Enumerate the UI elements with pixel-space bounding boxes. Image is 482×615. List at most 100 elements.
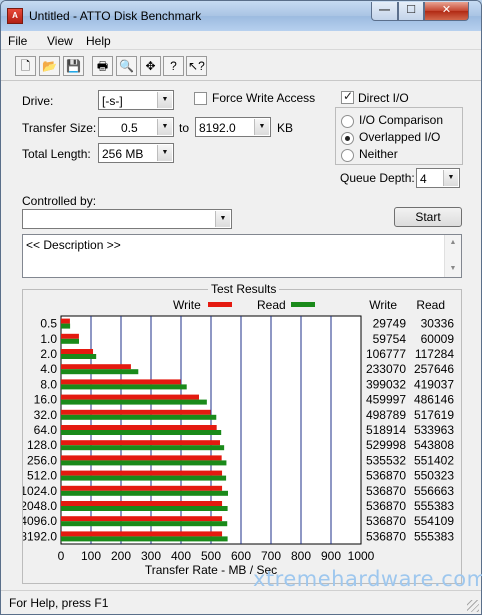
bar-read — [61, 536, 228, 542]
start-button[interactable]: Start — [394, 207, 462, 227]
y-tick-label: 1024.0 — [23, 484, 57, 498]
bar-read — [61, 369, 139, 375]
transfer-from-select[interactable]: 0.5 ▼ — [98, 117, 174, 137]
io-comparison-label: I/O Comparison — [359, 113, 444, 127]
menu-file[interactable]: File — [8, 34, 27, 48]
chevron-down-icon: ▼ — [157, 92, 172, 108]
results-chart: Write Read 0.51.02.04.08.0 16.032.064.0128… — [23, 298, 455, 577]
total-length-label: Total Length: — [22, 147, 91, 161]
drive-select[interactable]: [-s-] ▼ — [98, 90, 174, 110]
bar-read — [61, 475, 227, 481]
chart-legend: Write Read — [173, 298, 315, 312]
table-cell-write: 459997 — [366, 393, 406, 407]
table-cell-read: 533963 — [414, 423, 454, 437]
open-folder-icon[interactable]: 📂 — [39, 56, 60, 76]
y-tick-label: 4.0 — [40, 362, 57, 376]
close-button[interactable]: ✕ — [424, 2, 469, 21]
transfer-to-select[interactable]: 8192.0 ▼ — [195, 117, 271, 137]
table-cell-write: 233070 — [366, 362, 406, 376]
table-cell-read: 257646 — [414, 362, 454, 376]
overlapped-io-radio[interactable] — [341, 132, 354, 145]
menu-view[interactable]: View — [47, 34, 73, 48]
x-tick-label: 200 — [111, 549, 131, 563]
print-preview-icon[interactable]: 🔍 — [116, 56, 137, 76]
direct-io-label: Direct I/O — [358, 91, 409, 105]
y-tick-label: 2.0 — [40, 347, 57, 361]
y-tick-label: 0.5 — [40, 317, 57, 331]
chevron-down-icon: ▼ — [157, 119, 172, 135]
description-box[interactable]: << Description >> ▲ ▼ — [22, 234, 462, 278]
bar-write — [61, 501, 223, 506]
bar-read — [61, 354, 97, 359]
bar-write — [61, 516, 223, 522]
title-bar[interactable]: A Untitled - ATTO Disk Benchmark — ☐ ✕ — [1, 1, 481, 31]
bar-read — [61, 414, 217, 420]
context-help-icon[interactable]: ↖? — [186, 56, 207, 76]
x-tick-label: 100 — [81, 549, 101, 563]
table-cell-read: 550323 — [414, 469, 454, 483]
transfer-size-label: Transfer Size: — [22, 121, 97, 135]
table-cell-write: 536870 — [366, 529, 406, 543]
io-comparison-radio[interactable] — [341, 115, 354, 128]
menu-help[interactable]: Help — [86, 34, 111, 48]
print-icon[interactable]: 🖶 — [92, 56, 113, 76]
scroll-down-icon[interactable]: ▼ — [445, 263, 461, 275]
y-tick-label: 2048.0 — [23, 499, 57, 513]
resize-grip-icon[interactable] — [467, 600, 479, 612]
maximize-button[interactable]: ☐ — [398, 2, 424, 21]
bar-write — [61, 531, 223, 537]
io-mode-group: I/O Comparison Overlapped I/O Neither — [335, 107, 463, 165]
total-length-select[interactable]: 256 MB ▼ — [98, 143, 174, 163]
neither-radio[interactable] — [341, 149, 354, 162]
table-cell-write: 536870 — [366, 499, 406, 513]
table-cell-write: 535532 — [366, 453, 406, 467]
y-axis-labels: 0.51.02.04.08.0 16.032.064.0128.0256.0 512… — [23, 317, 57, 544]
legend-label-read: Read — [257, 298, 286, 312]
table-cell-read: 517619 — [414, 408, 454, 422]
save-icon[interactable]: 💾 — [63, 56, 84, 76]
chevron-down-icon: ▼ — [215, 211, 230, 227]
description-scrollbar[interactable]: ▲ ▼ — [444, 235, 461, 277]
table-header-write: Write — [369, 298, 397, 312]
table-header-read: Read — [416, 298, 445, 312]
bar-read — [61, 445, 225, 451]
bar-write — [61, 409, 211, 415]
table-cell-read: 60009 — [421, 332, 455, 346]
table-cell-read: 117284 — [415, 347, 454, 361]
x-tick-label: 800 — [291, 549, 311, 563]
force-write-checkbox[interactable] — [194, 92, 207, 105]
bar-read — [61, 490, 228, 496]
x-tick-label: 900 — [321, 549, 341, 563]
bar-write — [61, 333, 79, 339]
scroll-up-icon[interactable]: ▲ — [445, 237, 461, 249]
y-tick-label: 8192.0 — [23, 529, 57, 543]
direct-io-checkbox[interactable] — [341, 89, 354, 104]
table-cell-read: 419037 — [414, 377, 454, 391]
window-title: Untitled - ATTO Disk Benchmark — [29, 9, 202, 23]
controlled-by-label: Controlled by: — [22, 194, 97, 208]
x-tick-label: 700 — [261, 549, 281, 563]
table-cell-write: 29749 — [373, 317, 407, 331]
queue-depth-select[interactable]: 4 ▼ — [416, 168, 460, 188]
bar-read — [61, 430, 222, 435]
help-icon[interactable]: ? — [163, 56, 184, 76]
y-tick-label: 32.0 — [34, 408, 58, 422]
move-icon[interactable]: ✥ — [140, 56, 161, 76]
bar-write — [61, 364, 131, 370]
bar-read — [61, 460, 227, 466]
bar-write — [61, 470, 223, 476]
bar-read — [61, 338, 80, 344]
table-cell-read: 556663 — [414, 484, 454, 498]
new-file-icon[interactable]: 🗋 — [15, 56, 36, 76]
minimize-button[interactable]: — — [371, 2, 398, 21]
neither-label: Neither — [359, 147, 398, 161]
transfer-unit-label: KB — [277, 121, 294, 135]
bar-write — [61, 318, 70, 324]
bar-write — [61, 394, 199, 400]
table-cell-read: 551402 — [414, 453, 454, 467]
table-cell-read: 555383 — [414, 499, 454, 513]
table-cell-read: 30336 — [421, 317, 455, 331]
settings-panel: Drive: [-s-] ▼ Force Write Access Direct… — [9, 81, 475, 589]
x-tick-label: 300 — [141, 549, 161, 563]
controlled-by-select[interactable]: ▼ — [22, 209, 232, 229]
